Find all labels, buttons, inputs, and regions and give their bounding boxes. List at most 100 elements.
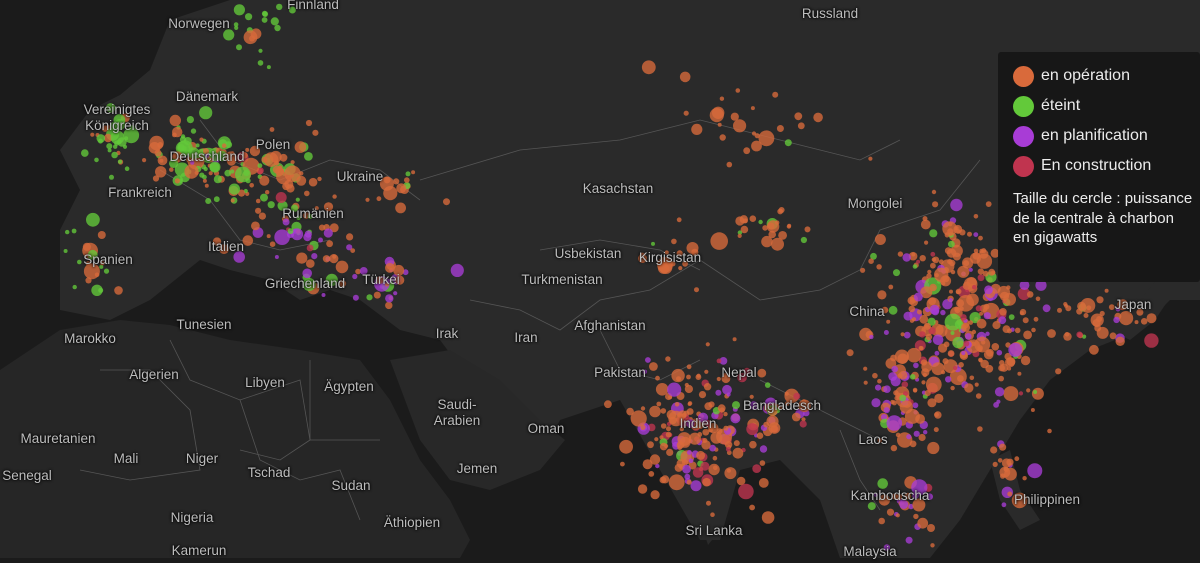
- plant-marker: [723, 411, 728, 417]
- plant-marker: [620, 461, 625, 467]
- plant-marker: [154, 149, 162, 157]
- legend-label: en opération: [1041, 67, 1130, 84]
- plant-marker: [687, 402, 692, 406]
- plant-marker: [955, 288, 962, 295]
- plant-marker: [945, 376, 952, 383]
- plant-marker: [725, 446, 731, 452]
- plant-marker: [969, 375, 975, 381]
- plant-marker: [258, 48, 263, 53]
- plant-marker: [82, 242, 91, 251]
- plant-marker: [1022, 476, 1027, 481]
- plant-marker: [784, 139, 792, 147]
- plant-marker: [927, 269, 932, 274]
- plant-marker: [1022, 317, 1029, 324]
- plant-marker: [920, 359, 928, 366]
- plant-marker: [686, 479, 692, 485]
- legend-dot-icon: [1013, 95, 1034, 117]
- plant-marker: [395, 202, 406, 214]
- plant-marker: [169, 167, 174, 172]
- plant-marker: [236, 44, 242, 51]
- plant-marker: [716, 358, 722, 364]
- plant-marker: [656, 401, 662, 407]
- plant-marker: [666, 426, 671, 432]
- plant-marker: [750, 106, 755, 111]
- plant-marker: [912, 264, 918, 269]
- plant-marker: [1006, 458, 1014, 466]
- plant-marker: [716, 376, 721, 382]
- plant-marker: [871, 398, 881, 408]
- plant-marker: [97, 231, 106, 239]
- plant-marker: [742, 218, 748, 224]
- plant-marker: [199, 137, 204, 142]
- plant-marker: [322, 255, 331, 263]
- plant-marker: [296, 175, 307, 186]
- plant-marker: [999, 291, 1010, 301]
- plant-marker: [777, 208, 784, 215]
- country-label-nigeria: Nigeria: [170, 510, 214, 525]
- country-label-kamerun: Kamerun: [171, 543, 227, 558]
- plant-marker: [350, 248, 356, 254]
- plant-marker: [393, 291, 398, 296]
- plant-marker: [190, 128, 197, 134]
- plant-marker: [295, 197, 300, 202]
- plant-marker: [258, 212, 266, 220]
- plant-marker: [813, 112, 823, 123]
- plant-marker: [983, 303, 990, 310]
- plant-marker: [973, 248, 979, 254]
- plant-marker: [751, 140, 762, 152]
- plant-marker: [919, 255, 926, 262]
- plant-marker: [719, 134, 726, 141]
- plant-marker: [999, 308, 1007, 316]
- country-label-iran: Iran: [514, 330, 538, 345]
- plant-marker: [726, 161, 733, 168]
- plant-marker: [655, 375, 660, 381]
- plant-marker: [257, 60, 264, 66]
- plant-marker: [927, 441, 940, 455]
- plant-marker: [733, 440, 740, 447]
- plant-marker: [674, 402, 680, 407]
- plant-marker: [897, 353, 908, 365]
- plant-marker: [450, 263, 464, 277]
- plant-marker: [665, 431, 672, 438]
- plant-marker: [649, 405, 661, 418]
- country-label-marokko: Marokko: [64, 331, 116, 346]
- plant-marker: [928, 297, 936, 306]
- plant-marker: [960, 314, 967, 321]
- plant-marker: [962, 281, 972, 290]
- plant-marker: [1094, 324, 1102, 332]
- plant-marker: [346, 233, 354, 241]
- plant-marker: [1146, 313, 1157, 324]
- plant-marker: [255, 198, 261, 204]
- plant-marker: [321, 293, 326, 297]
- plant-marker: [959, 306, 964, 311]
- plant-marker: [230, 169, 235, 174]
- plant-marker: [963, 340, 970, 347]
- plant-marker: [708, 463, 720, 476]
- plant-marker: [800, 236, 808, 244]
- plant-marker: [868, 258, 874, 265]
- plant-marker: [1096, 296, 1104, 304]
- plant-marker: [205, 198, 212, 204]
- plant-marker: [998, 375, 1004, 382]
- plant-marker: [650, 490, 660, 500]
- plant-marker: [261, 156, 268, 163]
- plant-marker: [950, 331, 955, 335]
- plant-marker: [306, 259, 315, 268]
- plant-marker: [275, 192, 287, 203]
- plant-marker: [96, 134, 106, 143]
- plant-marker: [122, 144, 128, 149]
- plant-marker: [304, 152, 313, 161]
- legend-dot-icon: [1013, 65, 1034, 87]
- plant-marker: [888, 305, 898, 315]
- plant-marker: [909, 440, 917, 448]
- plant-marker: [977, 274, 985, 282]
- plant-marker: [142, 158, 147, 163]
- country-label-deutschland: Deutschland: [169, 149, 245, 164]
- plant-marker: [373, 291, 381, 299]
- plant-marker: [723, 425, 729, 431]
- plant-marker: [922, 372, 928, 378]
- plant-marker: [1109, 332, 1117, 340]
- plant-marker: [266, 234, 271, 239]
- plant-marker: [719, 407, 725, 413]
- plant-marker: [967, 231, 972, 237]
